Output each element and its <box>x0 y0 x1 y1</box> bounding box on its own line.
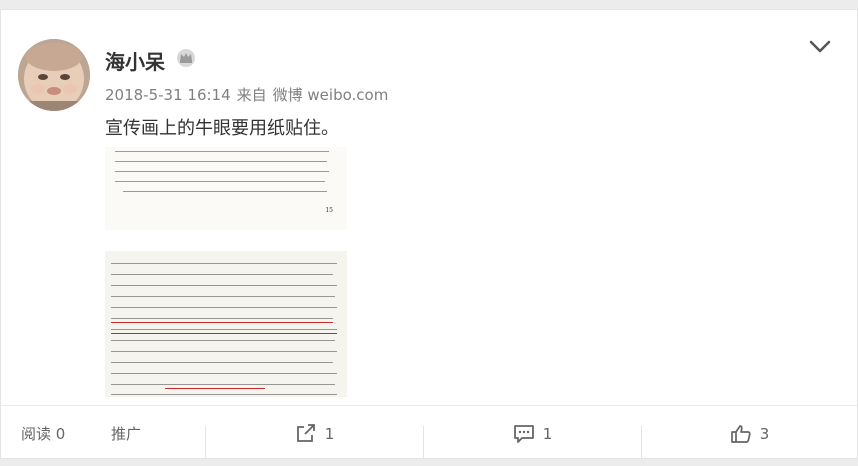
read-count: 阅读 0 <box>21 425 66 443</box>
source-prefix: 来自 <box>236 86 267 104</box>
scanned-page-top: 15 <box>105 147 347 230</box>
post-image[interactable]: 15 <box>105 147 347 397</box>
thumbs-up-icon <box>730 424 751 443</box>
post-meta: 2018-5-31 16:14 来自 微博 weibo.com <box>105 84 394 105</box>
page-gap <box>105 230 347 251</box>
post-text: 宣传画上的牛眼要用纸贴住。 <box>105 118 339 139</box>
post-timestamp[interactable]: 2018-5-31 16:14 <box>105 86 231 104</box>
page-number: 15 <box>325 207 333 214</box>
action-bar: 阅读 0 推广 1 1 3 <box>1 405 857 460</box>
comment-icon <box>513 424 534 443</box>
repost-count: 1 <box>324 424 335 443</box>
scanned-page-bottom <box>105 251 347 397</box>
comment-count: 1 <box>542 424 553 443</box>
avatar[interactable] <box>18 39 90 111</box>
weibo-post-card: 海小呆 2018-5-31 16:14 来自 微博 weibo.com 宣传画上的牛… <box>0 9 858 459</box>
like-button[interactable]: 3 <box>642 406 857 461</box>
username[interactable]: 海小呆 <box>105 46 165 75</box>
like-count: 3 <box>759 424 770 443</box>
comment-button[interactable]: 1 <box>424 406 641 461</box>
vip-crown-icon[interactable] <box>176 48 196 68</box>
post-source[interactable]: 微博 weibo.com <box>273 86 389 104</box>
promote-button[interactable]: 推广 <box>111 406 161 461</box>
chevron-down-icon[interactable] <box>807 36 833 56</box>
repost-icon <box>296 423 315 442</box>
repost-button[interactable]: 1 <box>206 406 423 461</box>
